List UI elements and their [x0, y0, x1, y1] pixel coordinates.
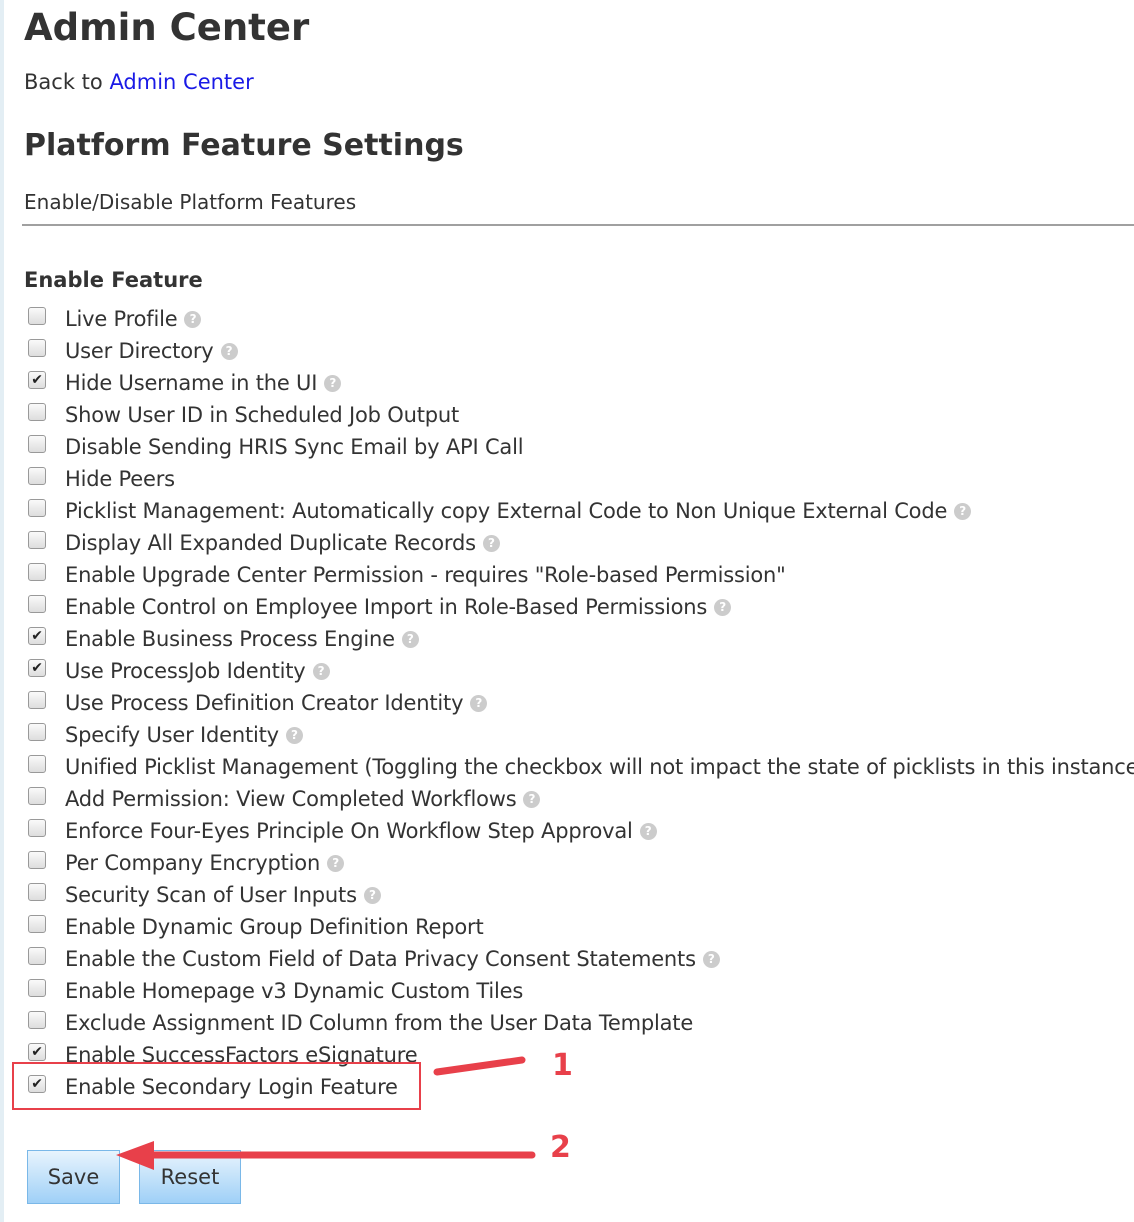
- page: Admin Center Back to Admin Center Platfo…: [0, 0, 1134, 1222]
- annotation-step-1: 1: [552, 1048, 573, 1083]
- annotation-step-2: 2: [550, 1130, 571, 1165]
- annotation-arrows: [116, 1056, 536, 1170]
- annotation-line-1: [433, 1056, 526, 1076]
- arrowhead-icon: [116, 1141, 154, 1170]
